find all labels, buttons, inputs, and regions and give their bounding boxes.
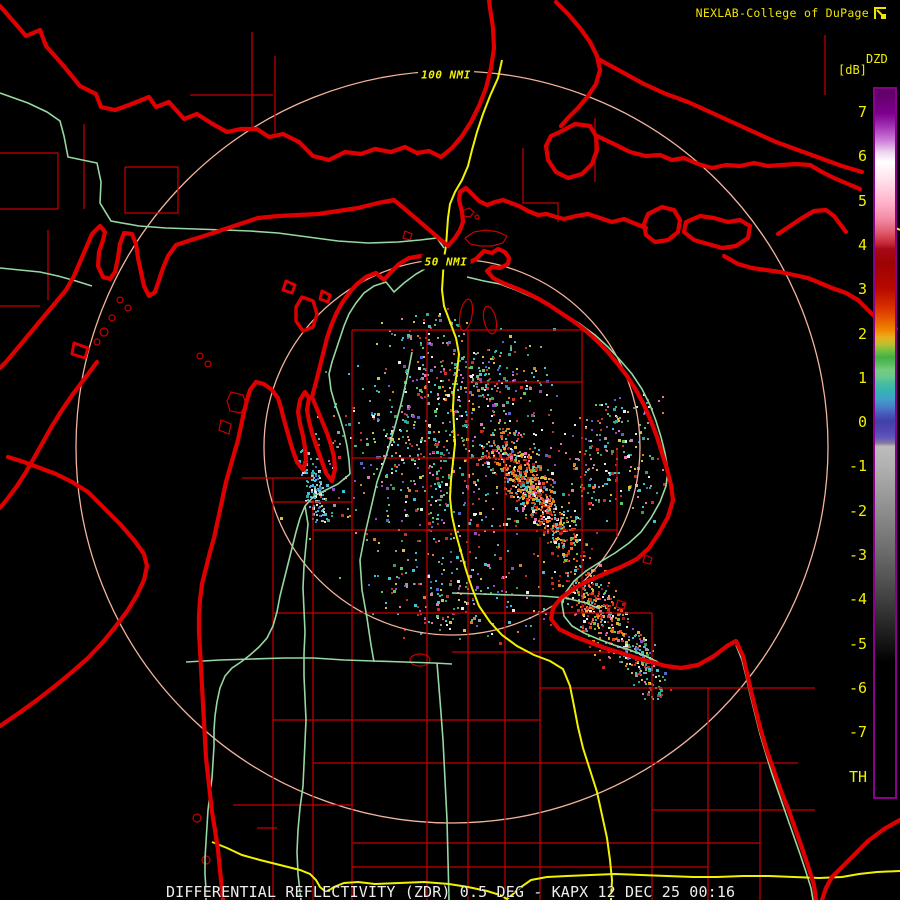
college-of-dupage-logo-icon [874, 6, 886, 19]
colorbar-tick-0: 0 [857, 413, 867, 432]
colorbar-tick-threshold: TH [848, 767, 867, 786]
range-ring [75, 70, 829, 824]
range-ring [263, 258, 641, 636]
colorbar-units: [dB] [838, 63, 867, 77]
colorbar-tick-6: 6 [857, 147, 867, 166]
colorbar-tick-2: 2 [857, 324, 867, 343]
colorbar-tick-5: 5 [857, 191, 867, 210]
radar-map [0, 0, 900, 900]
colorbar-title: DZD [866, 52, 888, 66]
county-borders-layer [0, 32, 826, 900]
colorbar-tick--6: -6 [848, 678, 867, 697]
colorbar-gradient [875, 89, 895, 797]
product-caption: DIFFERENTIAL REFLECTIVITY (ZDR) 0.5 DEG … [166, 883, 736, 900]
range-ring-layer [75, 70, 829, 824]
colorbar-tick-1: 1 [857, 368, 867, 387]
colorbar [873, 87, 897, 799]
colorbar-tick-7: 7 [857, 103, 867, 121]
colorbar-tick--4: -4 [848, 590, 867, 609]
brand-header: NEXLAB-College of DuPage [696, 6, 887, 20]
colorbar-tick-3: 3 [857, 280, 867, 299]
radar-viewer: 100 NMI 50 NMI NEXLAB-College of DuPage … [0, 0, 900, 900]
radar-echo-layer [280, 308, 672, 700]
colorbar-tick--7: -7 [848, 723, 867, 742]
colorbar-tick--1: -1 [848, 457, 867, 476]
colorbar-tick--2: -2 [848, 501, 867, 520]
shoreline-layer [0, 0, 900, 900]
range-ring-label-50: 50 NMI [421, 254, 471, 270]
range-ring-label-100: 100 NMI [418, 67, 474, 83]
colorbar-tick-4: 4 [857, 235, 867, 254]
colorbar-tick--3: -3 [848, 546, 867, 564]
colorbar-tick--5: -5 [848, 634, 867, 653]
brand-text: NEXLAB-College of DuPage [695, 6, 869, 20]
